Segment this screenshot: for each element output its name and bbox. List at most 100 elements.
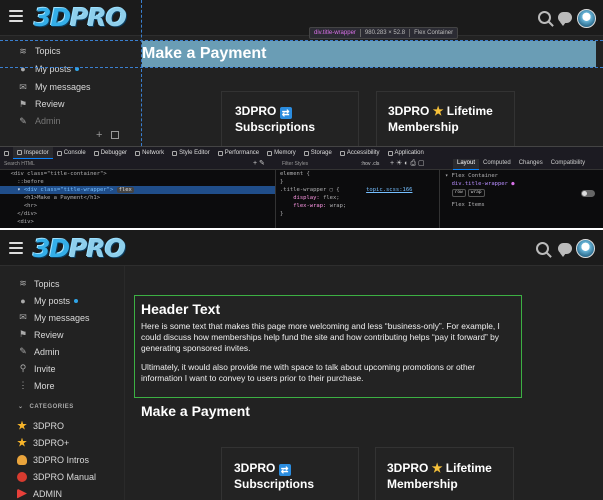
category-admin[interactable]: ADMIN — [0, 485, 125, 500]
rule-element: element { — [280, 171, 310, 177]
tab-console[interactable]: Console — [53, 147, 90, 159]
categories-heading[interactable]: ⌄ CATEGORIES — [18, 403, 74, 411]
html-line[interactable]: <h1>Make a Payment</h1> — [0, 194, 275, 202]
sidebar-item-my-posts[interactable]: ● My posts — [0, 60, 125, 77]
user-icon: ● — [20, 63, 26, 74]
tab-storage[interactable]: Storage — [300, 147, 336, 159]
more-icon: ⋮ — [18, 380, 28, 390]
sidebar-item-my-posts[interactable]: ● My posts — [0, 292, 125, 309]
inbox-icon: ✉ — [19, 81, 27, 92]
sidebar-item-my-messages[interactable]: ✉ My messages — [0, 309, 125, 326]
collapse-icon[interactable] — [111, 131, 119, 139]
html-line[interactable]: <div> — [0, 218, 275, 226]
sidebar-item-topics[interactable]: ≋ Topics — [0, 275, 125, 292]
flag-icon: ⚑ — [18, 329, 28, 339]
flex-items-heading[interactable]: Flex Items — [440, 201, 603, 209]
tab-application[interactable]: Application — [384, 147, 428, 159]
tab-network[interactable]: Network — [131, 147, 168, 159]
category-3dpro-manual[interactable]: 3DPRO Manual — [0, 468, 125, 485]
devtools-toolbar-buttons[interactable]: + ✎ — [253, 159, 265, 167]
css-rules: element { } .title-wrapper ▢ { topic.scs… — [276, 170, 440, 228]
header-text-box: Header Text Here is some text that makes… — [134, 295, 522, 398]
devtools-pick-icon[interactable] — [0, 147, 13, 159]
user-icon: ● — [20, 295, 26, 306]
header-text-paragraph: Ultimately, it would also provide me wit… — [141, 362, 476, 383]
pseudo-class-toggle[interactable]: :hov .cls — [361, 161, 379, 167]
search-icon[interactable] — [538, 11, 551, 24]
title-wrapper-highlight: Make a Payment — [142, 41, 596, 67]
flag-icon: ⚑ — [18, 98, 28, 109]
sidebar-item-admin[interactable]: ✎ Admin — [0, 343, 125, 360]
subscriptions-card[interactable]: 3DPRO ⇄ Subscriptions — [221, 91, 359, 146]
hamburger-menu-icon[interactable] — [9, 242, 23, 254]
category-3dpro-intros[interactable]: 3DPRO Intros — [0, 451, 125, 468]
category-3dpro[interactable]: 3DPRO — [0, 417, 125, 434]
sidebar-item-more[interactable]: ⋮ More — [0, 377, 125, 394]
tab-inspector[interactable]: Inspector — [13, 147, 53, 159]
sidebar-item-review[interactable]: ⚑ Review — [0, 95, 125, 112]
sidebar-item-review[interactable]: ⚑ Review — [0, 326, 125, 343]
rule-close: } — [280, 179, 284, 185]
html-line[interactable]: </div> — [0, 210, 275, 218]
layout-guide — [0, 67, 603, 68]
sidebar-item-my-messages[interactable]: ✉ My messages — [0, 78, 125, 95]
invite-icon: ⚲ — [19, 363, 27, 373]
lifetime-membership-card[interactable]: 3DPRO ★ Lifetime Membership — [376, 91, 515, 146]
sidebar-item-invite[interactable]: ⚲ Invite — [0, 360, 125, 377]
search-icon[interactable] — [536, 242, 549, 255]
tab-computed[interactable]: Computed — [479, 159, 515, 170]
category-3dpro-plus[interactable]: 3DPRO+ — [0, 434, 125, 451]
top-screenshot: 3DPRO ≋ Topics ● My posts ✉ My messages ⚑ Re… — [0, 0, 603, 146]
site-logo[interactable]: 3DPRO — [33, 234, 126, 263]
html-line-selected[interactable]: ▾ <div class="title-wrapper"> flex — [0, 186, 275, 194]
user-avatar[interactable] — [577, 9, 596, 28]
star-icon — [17, 420, 27, 430]
hamburger-menu-icon[interactable] — [9, 10, 23, 22]
sidebar-item-admin[interactable]: ✎ Admin — [0, 112, 125, 129]
html-line[interactable]: <hr> — [0, 202, 275, 210]
megaphone-icon — [17, 488, 27, 499]
rule-display[interactable]: display: flex; — [276, 194, 439, 202]
chat-icon[interactable] — [558, 12, 572, 26]
html-line[interactable]: <div class="title-container"> — [0, 170, 275, 178]
rule-selector: .title-wrapper ▢ { topic.scss:166 — [280, 187, 413, 193]
tab-compatibility[interactable]: Compatibility — [547, 159, 589, 170]
site-header: 3DPRO — [0, 230, 603, 266]
header-text-paragraph: Here is some text that makes this page m… — [141, 321, 500, 353]
tab-layout[interactable]: Layout — [453, 159, 480, 170]
header-text-title: Header Text — [141, 301, 221, 317]
user-avatar[interactable] — [576, 239, 595, 258]
star-icon: ★ — [431, 461, 443, 475]
star-icon — [17, 437, 27, 447]
sidebar-item-topics[interactable]: ≋ Topics — [0, 42, 125, 59]
flex-container-item[interactable]: div.title-wrapper ● — [440, 180, 603, 188]
chat-icon[interactable] — [558, 243, 572, 257]
styles-filter-input[interactable]: Filter Styles — [282, 161, 308, 167]
flex-overlay-toggle[interactable] — [581, 190, 595, 197]
rule-flex-wrap[interactable]: flex-wrap: wrap; — [276, 202, 439, 210]
flex-container-heading[interactable]: ▾ Flex Container — [440, 170, 603, 180]
html-tree[interactable]: <div class="title-container"> ::before ▾… — [0, 170, 276, 228]
bottom-screenshot: 3DPRO ≋ Topics ● My posts ✉ My messages ⚑ Re… — [0, 230, 603, 500]
tab-performance[interactable]: Performance — [214, 147, 263, 159]
tab-debugger[interactable]: Debugger — [90, 147, 131, 159]
tab-accessibility[interactable]: Accessibility — [336, 147, 384, 159]
tab-memory[interactable]: Memory — [263, 147, 300, 159]
star-icon: ★ — [432, 104, 444, 118]
tab-changes[interactable]: Changes — [515, 159, 547, 170]
html-search-input[interactable]: Search HTML — [4, 161, 35, 167]
layout-panel: ▾ Flex Container div.title-wrapper ● row… — [440, 170, 603, 228]
tab-style-editor[interactable]: Style Editor — [168, 147, 214, 159]
layers-icon: ≋ — [19, 45, 27, 56]
html-line[interactable]: ::before — [0, 178, 275, 186]
layout-guide — [0, 40, 603, 41]
site-logo[interactable]: 3DPRO — [34, 3, 127, 32]
page-title: Make a Payment — [142, 45, 267, 62]
flex-pills: row wrap — [440, 188, 603, 197]
wrench-icon: ✎ — [19, 346, 27, 356]
lifetime-membership-card[interactable]: 3DPRO ★ Lifetime Membership — [375, 447, 514, 500]
style-toolbar-icons[interactable]: + ☀ ◐ ⎙ ▢ — [390, 159, 425, 168]
unread-dot — [74, 298, 79, 303]
add-icon[interactable]: + — [96, 129, 102, 141]
subscriptions-card[interactable]: 3DPRO ⇄ Subscriptions — [221, 447, 359, 500]
